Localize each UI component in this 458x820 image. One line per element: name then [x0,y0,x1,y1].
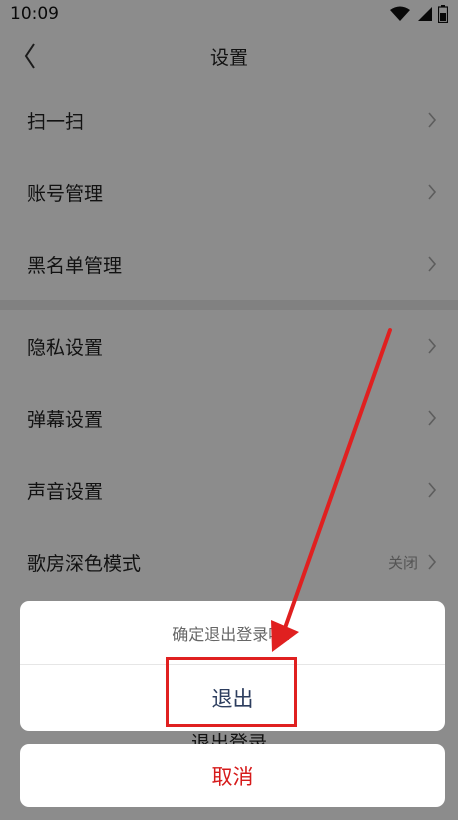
highlight-box [166,657,297,727]
cancel-button[interactable]: 取消 [20,744,445,807]
dialog-message: 确定退出登录吗? [20,601,445,665]
